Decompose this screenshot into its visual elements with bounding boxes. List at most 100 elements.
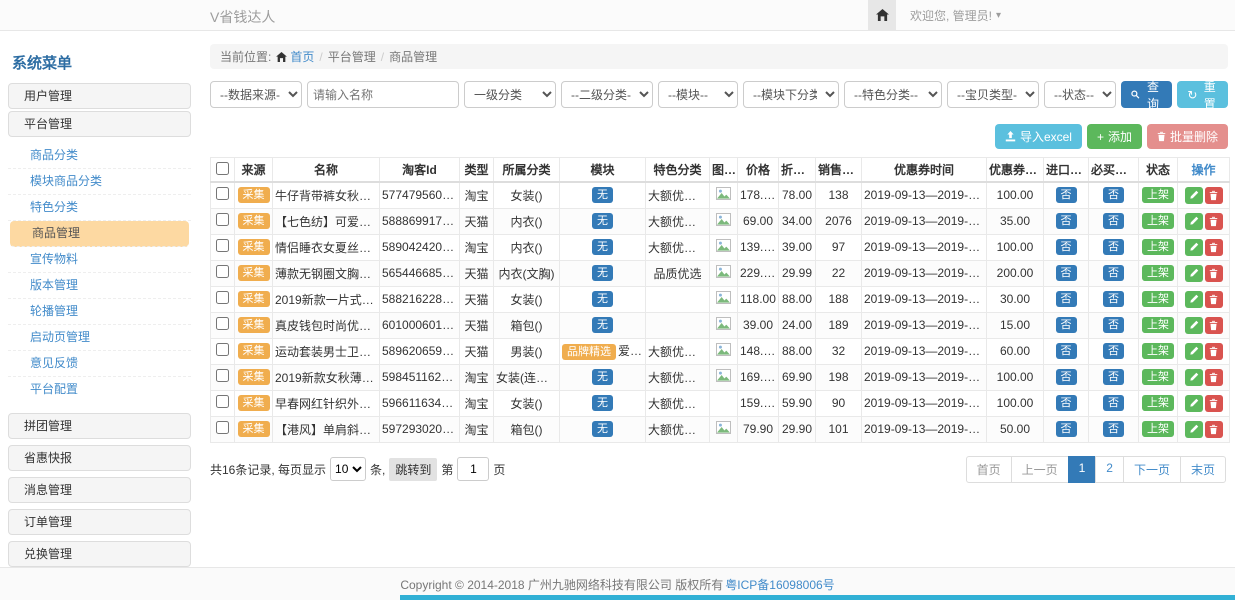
level2-select[interactable]: --二级分类-- [561,81,653,108]
row-checkbox[interactable] [216,187,229,200]
sidebar-sublink[interactable]: 意见反馈 [8,351,191,377]
delete-button[interactable] [1205,239,1223,256]
row-checkbox[interactable] [216,395,229,408]
status-badge[interactable]: 上架 [1142,317,1174,333]
page-number-input[interactable] [457,457,489,481]
home-button[interactable] [868,0,896,30]
module-select[interactable]: --模块-- [658,81,738,108]
delete-button[interactable] [1205,343,1223,360]
sidebar-group[interactable]: 消息管理 [8,477,191,503]
module-badge[interactable]: 无 [592,317,613,333]
must-buy-badge[interactable]: 否 [1103,395,1124,411]
sidebar-sublink[interactable]: 启动页管理 [8,325,191,351]
delete-button[interactable] [1205,395,1223,412]
search-button[interactable]: 查询 [1121,81,1172,108]
edit-button[interactable] [1185,187,1203,204]
row-checkbox[interactable] [216,343,229,356]
sidebar-sublink[interactable]: 版本管理 [8,273,191,299]
status-badge[interactable]: 上架 [1142,265,1174,281]
import-select-badge[interactable]: 否 [1056,239,1077,255]
status-badge[interactable]: 上架 [1142,395,1174,411]
delete-button[interactable] [1205,291,1223,308]
sidebar-sublink[interactable]: 平台配置 [8,377,191,403]
module-badge[interactable]: 无 [592,369,613,385]
import-select-badge[interactable]: 否 [1056,395,1077,411]
sidebar-sublink[interactable]: 商品分类 [8,143,191,169]
module-badge[interactable]: 无 [592,421,613,437]
level1-select[interactable]: 一级分类 [464,81,556,108]
must-buy-badge[interactable]: 否 [1103,291,1124,307]
module-badge[interactable]: 无 [592,291,613,307]
status-badge[interactable]: 上架 [1142,239,1174,255]
delete-button[interactable] [1205,213,1223,230]
batch-delete-button[interactable]: 批量删除 [1147,124,1228,149]
row-checkbox[interactable] [216,213,229,226]
status-badge[interactable]: 上架 [1142,369,1174,385]
sidebar-sublink[interactable]: 模块商品分类 [8,169,191,195]
module-badge[interactable]: 无 [592,265,613,281]
edit-button[interactable] [1185,291,1203,308]
delete-button[interactable] [1205,317,1223,334]
must-buy-badge[interactable]: 否 [1103,265,1124,281]
jump-to-button[interactable]: 跳转到 [389,458,437,481]
module-badge[interactable]: 无 [592,213,613,229]
breadcrumb-home-link[interactable]: 首页 [290,48,314,65]
add-button[interactable]: + 添加 [1087,124,1142,149]
user-menu[interactable]: 欢迎您, 管理员! [910,7,992,24]
select-all-checkbox[interactable] [216,162,229,175]
sidebar-group[interactable]: 兑换管理 [8,541,191,567]
status-select[interactable]: --状态-- [1044,81,1116,108]
status-badge[interactable]: 上架 [1142,213,1174,229]
row-checkbox[interactable] [216,265,229,278]
edit-button[interactable] [1185,421,1203,438]
page-button[interactable]: 1 [1068,456,1097,483]
page-button[interactable]: 首页 [966,456,1012,483]
must-buy-badge[interactable]: 否 [1103,343,1124,359]
status-badge[interactable]: 上架 [1142,291,1174,307]
status-badge[interactable]: 上架 [1142,421,1174,437]
edit-button[interactable] [1185,265,1203,282]
row-checkbox[interactable] [216,239,229,252]
must-buy-badge[interactable]: 否 [1103,421,1124,437]
edit-button[interactable] [1185,395,1203,412]
must-buy-badge[interactable]: 否 [1103,187,1124,203]
module-badge[interactable]: 无 [592,239,613,255]
status-badge[interactable]: 上架 [1142,187,1174,203]
import-select-badge[interactable]: 否 [1056,187,1077,203]
icp-link[interactable]: 粤ICP备16098006号 [725,576,834,593]
import-select-badge[interactable]: 否 [1056,291,1077,307]
must-buy-badge[interactable]: 否 [1103,317,1124,333]
per-page-select[interactable]: 10 [330,457,366,481]
reset-button[interactable]: ↻ 重置 [1177,81,1228,108]
data-source-select[interactable]: --数据来源-- [210,81,302,108]
import-select-badge[interactable]: 否 [1056,421,1077,437]
feature-select[interactable]: --特色分类-- [844,81,942,108]
page-button[interactable]: 2 [1095,456,1124,483]
sidebar-sublink[interactable]: 商品管理 [10,221,189,247]
sidebar-sublink[interactable]: 特色分类 [8,195,191,221]
page-button[interactable]: 下一页 [1123,456,1181,483]
must-buy-badge[interactable]: 否 [1103,239,1124,255]
module-badge[interactable]: 无 [592,187,613,203]
delete-button[interactable] [1205,265,1223,282]
page-button[interactable]: 末页 [1180,456,1226,483]
name-input[interactable] [307,81,459,108]
sidebar-group[interactable]: 拼团管理 [8,413,191,439]
row-checkbox[interactable] [216,369,229,382]
import-select-badge[interactable]: 否 [1056,317,1077,333]
must-buy-badge[interactable]: 否 [1103,369,1124,385]
sidebar-sublink[interactable]: 宣传物料 [8,247,191,273]
delete-button[interactable] [1205,421,1223,438]
edit-button[interactable] [1185,369,1203,386]
edit-button[interactable] [1185,317,1203,334]
module-badge[interactable]: 无 [592,395,613,411]
row-checkbox[interactable] [216,317,229,330]
sidebar-sublink[interactable]: 轮播管理 [8,299,191,325]
import-select-badge[interactable]: 否 [1056,343,1077,359]
sidebar-group[interactable]: 用户管理 [8,83,191,109]
module-badge[interactable]: 品牌精选 [562,344,616,360]
import-excel-button[interactable]: 导入excel [995,124,1082,149]
edit-button[interactable] [1185,239,1203,256]
import-select-badge[interactable]: 否 [1056,369,1077,385]
edit-button[interactable] [1185,213,1203,230]
